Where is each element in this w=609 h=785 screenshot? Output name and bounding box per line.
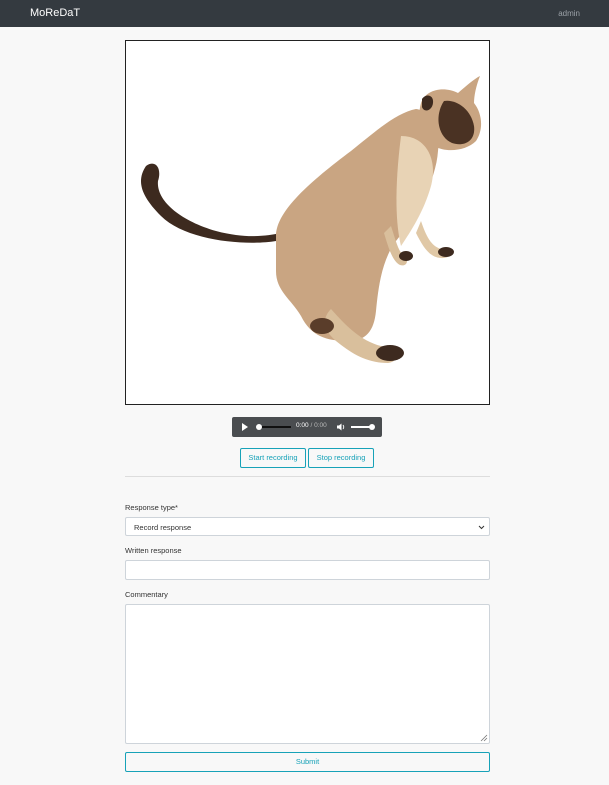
current-time: 0:00 [296, 422, 309, 429]
written-response-label: Written response [125, 546, 182, 555]
brand-link[interactable]: MoReDaT [30, 7, 80, 19]
stop-recording-button[interactable]: Stop recording [308, 448, 374, 468]
start-recording-button[interactable]: Start recording [240, 448, 306, 468]
commentary-label: Commentary [125, 590, 168, 599]
response-type-select[interactable]: Record response [125, 517, 490, 536]
resize-handle-icon[interactable] [479, 733, 488, 742]
volume-icon[interactable] [336, 422, 346, 432]
seek-bar[interactable] [257, 425, 291, 428]
chevron-down-icon [478, 525, 485, 530]
divider [125, 476, 490, 477]
navbar: MoReDaT admin [0, 0, 609, 27]
play-icon[interactable] [242, 423, 248, 431]
duration: 0:00 [314, 422, 327, 429]
stimulus-image [125, 40, 490, 405]
response-type-label: Response type* [125, 503, 178, 512]
volume-handle[interactable] [369, 423, 375, 430]
audio-player[interactable]: 0:00 / 0:00 [232, 417, 382, 437]
written-response-input[interactable] [125, 560, 490, 580]
response-type-value: Record response [134, 523, 192, 532]
submit-button[interactable]: Submit [125, 752, 490, 772]
seek-handle[interactable] [256, 423, 262, 430]
time-separator: / [310, 422, 313, 429]
commentary-textarea[interactable] [125, 604, 490, 744]
cat-illustration [141, 76, 482, 363]
user-menu-link[interactable]: admin [558, 9, 580, 18]
time-display: 0:00 / 0:00 [296, 422, 327, 429]
